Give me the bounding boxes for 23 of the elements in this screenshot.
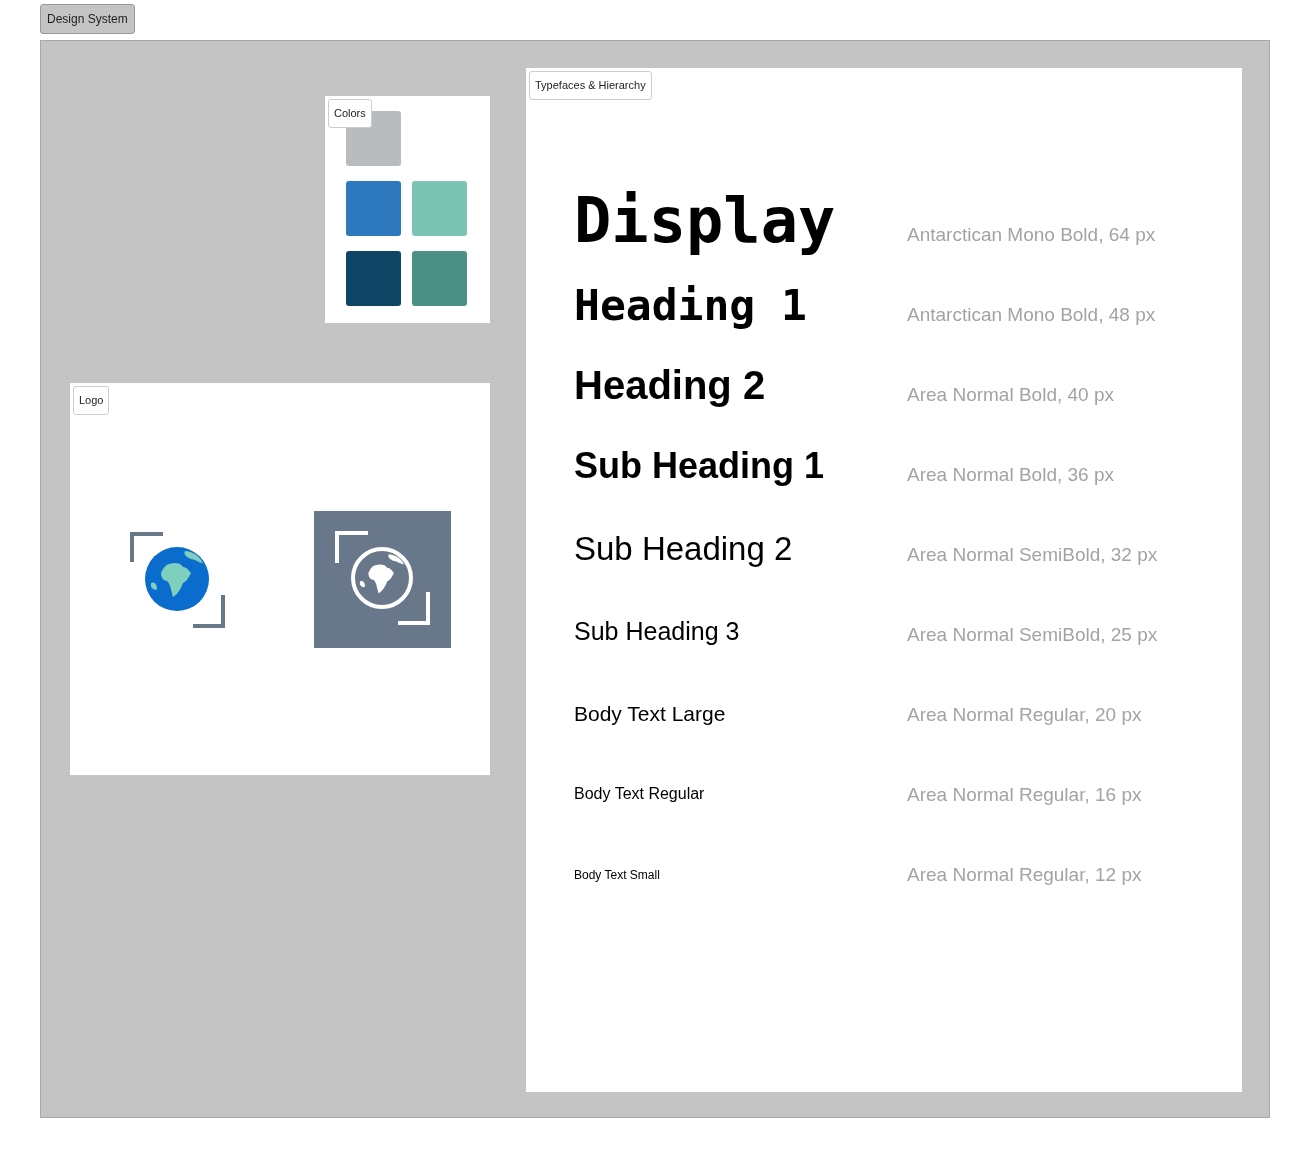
type-sample: Body Text Regular bbox=[574, 786, 706, 802]
type-spec: Area Normal Regular, 20 px bbox=[907, 702, 1142, 727]
type-spec: Area Normal SemiBold, 32 px bbox=[907, 542, 1158, 567]
type-spec: Area Normal Regular, 16 px bbox=[907, 782, 1142, 807]
type-sample: Body Text Small bbox=[574, 869, 661, 881]
type-sample: Sub Heading 3 bbox=[574, 618, 741, 644]
type-sample: Heading 2 bbox=[574, 365, 767, 405]
type-spec: Area Normal Regular, 12 px bbox=[907, 862, 1142, 887]
type-spec: Antarctican Mono Bold, 64 px bbox=[907, 222, 1156, 247]
type-sample: Body Text Large bbox=[574, 702, 727, 724]
type-spec: Area Normal Bold, 40 px bbox=[907, 382, 1114, 407]
type-spec: Antarctican Mono Bold, 48 px bbox=[907, 302, 1156, 327]
page-tab[interactable]: Design System bbox=[40, 4, 135, 34]
frame-label[interactable]: Logo bbox=[73, 386, 110, 415]
type-spec: Area Normal Bold, 36 px bbox=[907, 462, 1114, 487]
globe-logo-icon bbox=[129, 531, 225, 628]
type-sample: Heading 1 bbox=[574, 283, 808, 327]
frame-label[interactable]: Colors bbox=[328, 99, 372, 128]
type-spec: Area Normal SemiBold, 25 px bbox=[907, 622, 1158, 647]
type-sample: Sub Heading 2 bbox=[574, 531, 794, 565]
frame-label[interactable]: Typefaces & Hierarchy bbox=[529, 71, 652, 100]
type-sample: Sub Heading 1 bbox=[574, 448, 826, 484]
globe-logo-icon bbox=[313, 511, 451, 648]
